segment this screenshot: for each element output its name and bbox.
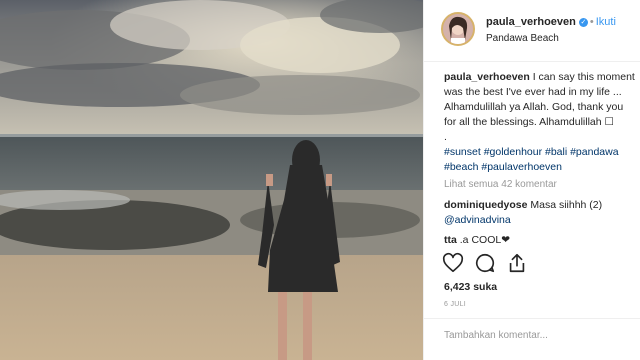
caption-dot: . bbox=[444, 131, 447, 143]
likes-count[interactable]: 6,423 suka bbox=[444, 281, 497, 293]
post-header: paula_verhoeven ✓ • Ikuti Pandawa Beach bbox=[424, 0, 640, 62]
comment-text: .a COOL❤ bbox=[459, 234, 510, 246]
post-date[interactable]: 6 JULI bbox=[444, 301, 466, 308]
post-photo[interactable] bbox=[0, 0, 423, 360]
separator-dot: • bbox=[589, 16, 594, 28]
avatar[interactable] bbox=[441, 12, 475, 46]
avatar-photo-icon bbox=[443, 14, 473, 44]
follow-button[interactable]: Ikuti bbox=[596, 16, 616, 28]
post-caption: paula_verhoeven I can say this moment wa… bbox=[444, 70, 638, 175]
comment-username[interactable]: tta bbox=[444, 234, 457, 246]
comment-icon[interactable] bbox=[474, 252, 496, 274]
username-link[interactable]: paula_verhoeven bbox=[486, 16, 576, 28]
caption-username[interactable]: paula_verhoeven bbox=[444, 71, 530, 83]
comment-item: dominiquedyose Masa siihhh (2) @advinadv… bbox=[444, 198, 638, 228]
comment-mention[interactable]: @advinadvina bbox=[444, 214, 511, 226]
share-icon[interactable] bbox=[506, 252, 528, 274]
view-all-comments-link[interactable]: Lihat semua 42 komentar bbox=[444, 179, 557, 190]
caption-hashtags[interactable]: #sunset #goldenhour #bali #pandawa #beac… bbox=[444, 146, 619, 173]
verified-badge-icon: ✓ bbox=[578, 17, 588, 27]
location-link[interactable]: Pandawa Beach bbox=[486, 33, 559, 44]
username-line: paula_verhoeven ✓ • Ikuti bbox=[486, 16, 616, 28]
post-sidebar: paula_verhoeven ✓ • Ikuti Pandawa Beach pau… bbox=[423, 0, 640, 360]
heart-icon[interactable] bbox=[442, 252, 464, 274]
add-comment-input[interactable] bbox=[444, 330, 624, 341]
comment-username[interactable]: dominiquedyose bbox=[444, 199, 527, 211]
comment-text: Masa siihhh (2) bbox=[530, 199, 603, 211]
beach-sunset-image bbox=[0, 0, 423, 360]
comment-item: tta .a COOL❤ bbox=[444, 233, 638, 248]
divider bbox=[424, 318, 640, 319]
